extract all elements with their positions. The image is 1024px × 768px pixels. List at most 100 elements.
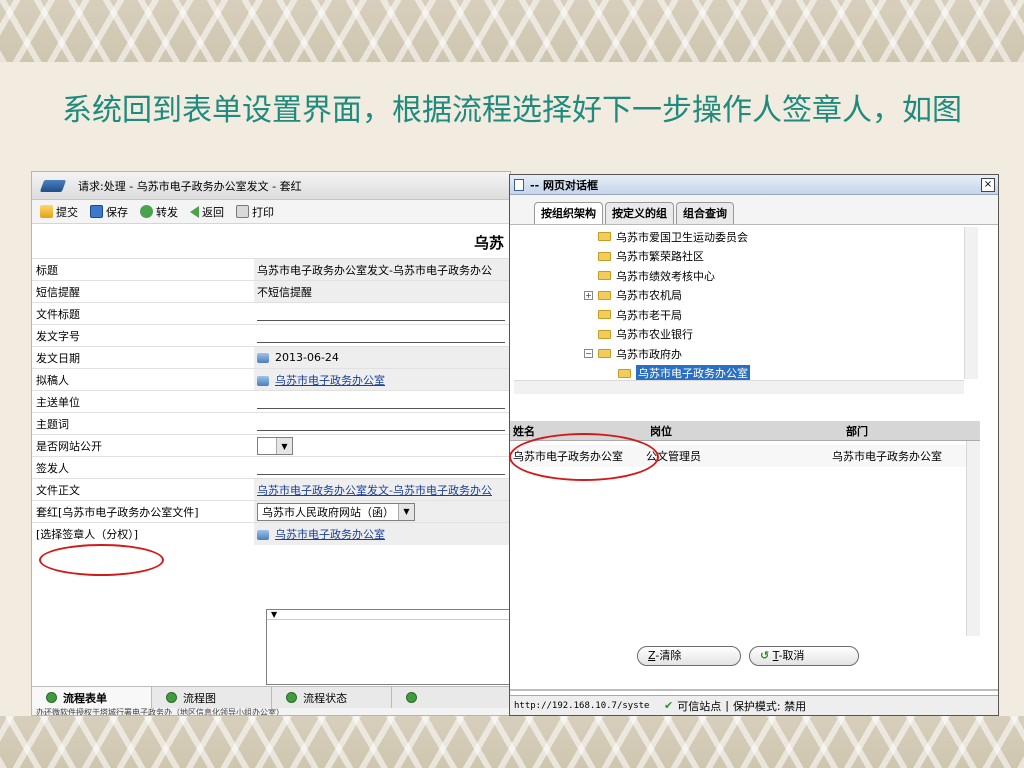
form-row-recipient: 主送单位 [32,390,510,413]
forward-icon [140,205,153,218]
save-button[interactable]: 保存 [90,204,128,220]
tab-by-group[interactable]: 按定义的组 [605,202,674,224]
form-fields-table: 标题 乌苏市电子政务办公室发文-乌苏市电子政务办公 短信提醒 不短信提醒 文件标… [32,258,510,545]
status-separator: | [725,699,729,712]
print-button[interactable]: 打印 [236,204,274,220]
protected-mode-label: 保护模式: 禁用 [732,699,807,713]
field-label: 发文字号 [32,324,254,347]
print-label: 打印 [252,205,274,219]
form-row-keywords: 主题词 [32,412,510,435]
tree-item[interactable]: 乌苏市爱国卫生运动委员会 [514,227,964,247]
cancel-button[interactable]: ↺ T-取消 [749,646,859,666]
result-vertical-scrollbar[interactable] [966,441,980,636]
save-icon [90,205,103,218]
file-title-input[interactable] [257,304,505,321]
field-label: 标题 [32,258,254,281]
field-label: 主题词 [32,412,254,435]
folder-icon [598,251,611,261]
tree-item[interactable]: 乌苏市绩效考核中心 [514,266,964,286]
tree-item[interactable]: 乌苏市老干局 [514,305,964,325]
user-pick-icon[interactable] [257,529,269,540]
dialog-titlebar: -- 网页对话框 × [510,175,998,195]
tab-flow-chart[interactable]: 流程图 [152,687,273,708]
folder-icon [598,310,611,320]
selected-signer-link[interactable]: 乌苏市电子政务办公室 [275,528,385,541]
keywords-input[interactable] [257,414,505,431]
form-window: 请求:处理 - 乌苏市电子政务办公室发文 - 套红 提交 保存 转发 返回 打印… [31,171,511,716]
form-row-date: 发文日期 2013-06-24 [32,346,510,369]
back-icon [190,205,199,218]
form-row-doc-number: 发文字号 [32,324,510,347]
form-row-file-title: 文件标题 [32,302,510,325]
tab-circle-icon [46,692,57,703]
tree-vertical-scrollbar[interactable] [964,227,978,379]
form-row-body: 文件正文 乌苏市电子政务办公室发文-乌苏市电子政务办公 [32,478,510,501]
form-row-web-public: 是否网站公开 ▼ [32,434,510,457]
tree-item-label: 乌苏市老干局 [616,308,682,322]
opinion-textarea[interactable]: ▼ [266,609,510,685]
folder-icon [598,271,611,281]
dropdown-arrow-icon: ▼ [398,503,414,520]
field-label: 套红[乌苏市电子政务办公室文件] [32,500,254,523]
web-public-select[interactable]: ▼ [257,437,293,455]
dialog-status-bar: http://192.168.10.7/syste ✔ 可信站点 | 保护模式:… [510,695,998,715]
user-pick-icon[interactable] [257,375,269,386]
tab-circle-icon [406,692,418,703]
slide-title: 系统回到表单设置界面，根据流程选择好下一步操作人签章人，如图 [62,93,962,128]
back-button[interactable]: 返回 [190,204,224,220]
tree-item[interactable]: 乌苏市繁荣路社区 [514,247,964,267]
tree-item[interactable]: 乌苏市农业银行 [514,325,964,345]
result-dept: 乌苏市电子政务办公室 [832,450,942,463]
field-label: 发文日期 [32,346,254,369]
calendar-icon [257,353,269,363]
submit-button[interactable]: 提交 [40,204,78,220]
title-value: 乌苏市电子政务办公室发文-乌苏市电子政务办公 [254,258,510,281]
tab-more[interactable] [392,687,510,708]
tab-circle-icon [166,692,178,703]
recipient-input[interactable] [257,392,505,409]
tree-horizontal-scrollbar[interactable] [514,380,964,394]
signer-input[interactable] [257,458,505,475]
close-icon[interactable]: × [981,177,995,192]
highlight-ellipse-result [509,433,659,481]
back-label: 返回 [202,205,224,219]
clear-button[interactable]: Z-清除 [637,646,741,666]
tab-flow-form[interactable]: 流程表单 [32,687,153,708]
result-post: 公文管理员 [646,450,701,463]
drafter-link[interactable]: 乌苏市电子政务办公室 [275,374,385,387]
form-row-select-signer: [选择签章人（分权）] 乌苏市电子政务办公室 [32,522,510,545]
tree-item-label: 乌苏市农机局 [616,289,682,303]
form-toolbar: 提交 保存 转发 返回 打印 [32,200,510,224]
tab-combined-query[interactable]: 组合查询 [676,202,734,224]
field-label: 短信提醒 [32,280,254,303]
body-doc-link[interactable]: 乌苏市电子政务办公室发文-乌苏市电子政务办公 [257,484,492,497]
expand-plus-icon[interactable]: + [584,290,593,300]
save-label: 保存 [106,205,128,219]
doc-number-input[interactable] [257,326,505,343]
folder-icon [598,232,611,242]
clear-label: -清除 [655,649,682,662]
field-label: 主送单位 [32,390,254,413]
tree-item-label: 乌苏市绩效考核中心 [616,269,715,283]
app-logo-icon [40,177,68,195]
forward-button[interactable]: 转发 [140,204,178,220]
tree-item-label: 乌苏市电子政务办公室 [636,365,750,382]
tree-item-label: 乌苏市爱国卫生运动委员会 [616,230,748,244]
tab-label: 流程图 [183,691,217,705]
cancel-icon: ↺ [760,649,770,662]
field-label: 签发人 [32,456,254,479]
tab-by-org[interactable]: 按组织架构 [534,202,603,224]
trusted-site-label: 可信站点 [677,699,722,713]
tab-flow-status[interactable]: 流程状态 [272,687,393,708]
dropdown-arrow-icon: ▼ [276,438,292,454]
form-row-drafter: 拟稿人 乌苏市电子政务办公室 [32,368,510,391]
tree-item-label: 乌苏市繁荣路社区 [616,250,704,264]
red-header-select[interactable]: 乌苏市人民政府网站（函） ▼ [257,502,415,521]
form-window-titlebar: 请求:处理 - 乌苏市电子政务办公室发文 - 套红 [32,172,510,200]
tree-item[interactable]: + 乌苏市农机局 [514,286,964,306]
tree-item-label: 乌苏市农业银行 [616,328,693,342]
collapse-minus-icon[interactable]: − [584,349,593,359]
tree-item[interactable]: − 乌苏市政府办 [514,344,964,364]
folder-icon [598,329,611,339]
field-label: 文件标题 [32,302,254,325]
